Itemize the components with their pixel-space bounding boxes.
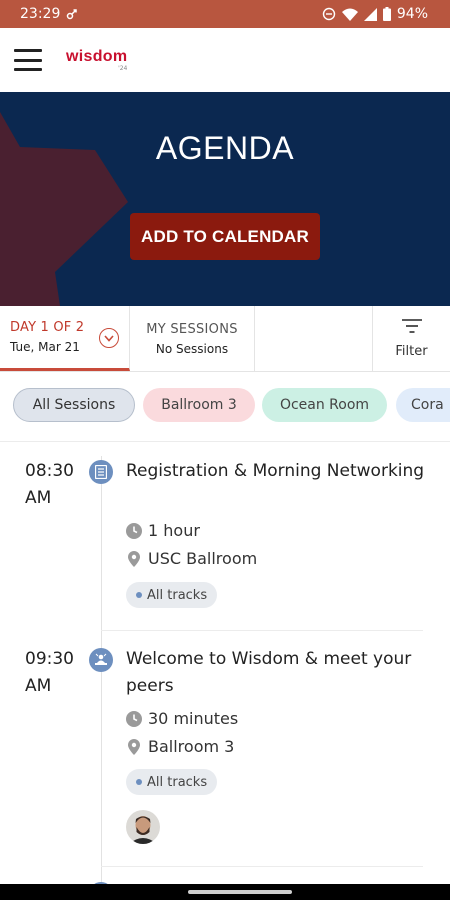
- session-time-ampm: AM: [25, 488, 52, 508]
- track-dot: [136, 592, 142, 598]
- session-duration: 1 hour: [126, 521, 200, 540]
- session-list: 08:30 AM Registration & Morning Networki…: [0, 442, 450, 884]
- hero-decoration: [0, 112, 128, 306]
- my-sessions-label: MY SESSIONS: [146, 321, 238, 337]
- dnd-icon: [322, 7, 336, 21]
- page-title: AGENDA: [155, 130, 295, 166]
- session-time: 08:30 AM: [25, 458, 85, 512]
- logo-subtext: '24: [118, 64, 128, 72]
- presenter-icon: [89, 648, 113, 672]
- location-pin-icon: [126, 738, 142, 755]
- filter-button[interactable]: Filter: [373, 306, 450, 371]
- wifi-icon: [341, 8, 358, 21]
- clock-icon: [126, 710, 142, 727]
- tab-spacer: [255, 306, 373, 371]
- session-divider: [101, 866, 423, 867]
- session-time-ampm: AM: [25, 676, 52, 696]
- session-title: Registration & Morning Networking: [126, 461, 425, 481]
- menu-icon[interactable]: [14, 49, 42, 71]
- speaker-avatar[interactable]: [126, 810, 160, 844]
- tab-my-sessions[interactable]: MY SESSIONS No Sessions: [130, 306, 255, 371]
- agenda-hero: AGENDA ADD TO CALENDAR: [0, 92, 450, 306]
- track-badge[interactable]: All tracks: [126, 582, 217, 608]
- add-to-calendar-button[interactable]: ADD TO CALENDAR: [130, 213, 320, 260]
- signal-icon: [363, 7, 377, 21]
- status-bar: 23:29 94%: [0, 0, 450, 28]
- chip-cora[interactable]: Cora: [396, 388, 450, 422]
- session-duration: 30 minutes: [126, 709, 238, 728]
- chip-ocean-room[interactable]: Ocean Room: [262, 388, 387, 422]
- filter-label: Filter: [395, 344, 428, 359]
- status-time: 23:29: [20, 6, 61, 22]
- room-filter-chips: All Sessions Ballroom 3 Ocean Room Cora: [0, 372, 450, 442]
- location-text: USC Ballroom: [148, 549, 258, 568]
- home-gesture-handle[interactable]: [188, 890, 292, 894]
- track-text: All tracks: [147, 774, 208, 790]
- session-location: USC Ballroom: [126, 549, 257, 568]
- agenda-tabs: DAY 1 OF 2 Tue, Mar 21 MY SESSIONS No Se…: [0, 306, 450, 372]
- chip-ballroom-3[interactable]: Ballroom 3: [143, 388, 255, 422]
- session-divider: [101, 630, 423, 631]
- registration-icon: [89, 460, 113, 484]
- logo-wordmark: wisdom: [66, 47, 128, 65]
- session-location: Ballroom 3: [126, 737, 234, 756]
- session-time-hm: 08:30: [25, 461, 74, 481]
- session-time-hm: 09:30: [25, 649, 74, 669]
- system-nav-bar: [0, 884, 450, 900]
- track-dot: [136, 779, 142, 785]
- app-header: wisdom '24: [0, 28, 450, 92]
- session-title: Welcome to Wisdom & meet your peers: [126, 649, 412, 696]
- location-text: Ballroom 3: [148, 737, 235, 756]
- track-text: All tracks: [147, 587, 208, 603]
- battery-icon: [382, 7, 391, 21]
- chevron-down-icon[interactable]: [99, 328, 119, 348]
- duration-text: 30 minutes: [148, 709, 239, 728]
- track-badge[interactable]: All tracks: [126, 769, 217, 795]
- my-sessions-status: No Sessions: [155, 341, 229, 356]
- session-time: 09:30 AM: [25, 646, 85, 700]
- tab-day-selector[interactable]: DAY 1 OF 2 Tue, Mar 21: [0, 306, 130, 371]
- clock-icon: [126, 522, 142, 539]
- filter-icon: [401, 318, 422, 338]
- app-logo: wisdom '24: [66, 47, 128, 72]
- duration-text: 1 hour: [148, 521, 200, 540]
- location-pin-icon: [126, 550, 142, 567]
- notification-icon: [66, 8, 78, 20]
- chip-all-sessions[interactable]: All Sessions: [13, 388, 135, 422]
- battery-percent: 94%: [396, 6, 428, 22]
